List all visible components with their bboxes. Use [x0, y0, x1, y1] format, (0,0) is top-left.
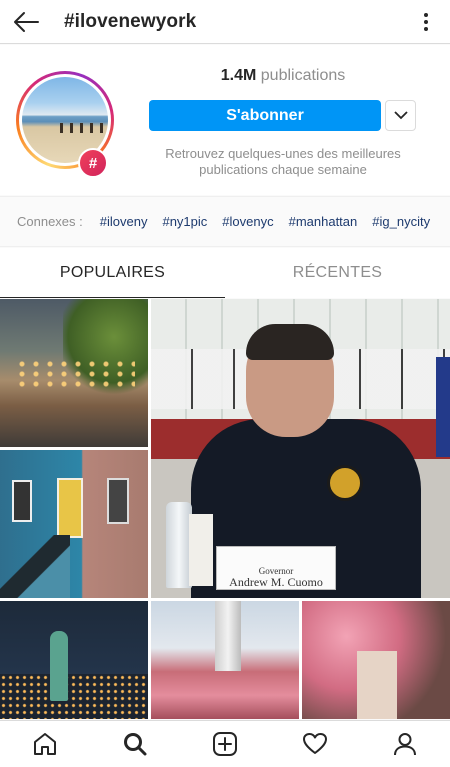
tab-recent[interactable]: RÉCENTES [225, 248, 450, 298]
follow-button[interactable]: S'abonner [149, 100, 381, 131]
related-tag-lovenyc[interactable]: #lovenyc [222, 214, 273, 229]
publication-count: 1.4M publications [150, 67, 416, 85]
add-post-icon [213, 732, 237, 756]
top-bar: #ilovenewyork [0, 0, 450, 44]
publication-count-label: publications [260, 67, 346, 84]
placard-name: Andrew M. Cuomo [229, 575, 323, 589]
related-tag-manhattan[interactable]: #manhattan [289, 214, 358, 229]
name-placard: Governor Andrew M. Cuomo [216, 546, 336, 590]
publication-count-value: 1.4M [220, 67, 257, 84]
profile-icon [394, 733, 416, 756]
post-thumbnail-governor[interactable]: Governor Andrew M. Cuomo [151, 299, 450, 598]
more-vertical-icon [424, 13, 428, 31]
post-grid: Governor Andrew M. Cuomo [0, 299, 450, 719]
nav-new-post-button[interactable] [205, 724, 245, 764]
bottom-navigation [0, 720, 450, 767]
feed-tabs: POPULAIRES RÉCENTES [0, 248, 450, 298]
search-icon [124, 733, 147, 756]
hashtag-badge-icon: # [78, 148, 108, 178]
related-label: Connexes : [17, 214, 83, 229]
back-button[interactable] [0, 0, 52, 44]
heart-icon [303, 733, 327, 754]
related-tag-ny1pic[interactable]: #ny1pic [162, 214, 207, 229]
nav-activity-button[interactable] [295, 724, 335, 764]
post-thumbnail-street-cafe[interactable] [0, 299, 148, 447]
post-thumbnail-blue-house[interactable] [0, 450, 148, 598]
post-thumbnail-cherry-tower[interactable] [151, 601, 299, 719]
chevron-down-icon [393, 111, 408, 120]
nav-home-button[interactable] [25, 724, 65, 764]
hashtag-header: # 1.4M publications S'abonner Retrouvez … [0, 45, 450, 195]
tab-popular[interactable]: POPULAIRES [0, 248, 225, 298]
related-tag-ig-nycity[interactable]: #ig_nycity [372, 214, 430, 229]
nav-search-button[interactable] [115, 724, 155, 764]
hashtag-description: Retrouvez quelques-unes des meilleures p… [165, 146, 401, 177]
page-title: #ilovenewyork [64, 10, 197, 32]
related-hashtags: Connexes : #iloveny #ny1pic #lovenyc #ma… [0, 196, 450, 247]
post-thumbnail-blossom-street[interactable] [302, 601, 450, 719]
arrow-left-icon [14, 11, 39, 32]
post-thumbnail-statue-of-liberty[interactable] [0, 601, 148, 719]
home-icon [34, 733, 56, 755]
related-tag-iloveny[interactable]: #iloveny [100, 214, 148, 229]
more-options-button[interactable] [414, 10, 438, 34]
suggestions-dropdown-button[interactable] [385, 100, 416, 131]
nav-profile-button[interactable] [385, 724, 425, 764]
seal-emblem [327, 465, 363, 501]
